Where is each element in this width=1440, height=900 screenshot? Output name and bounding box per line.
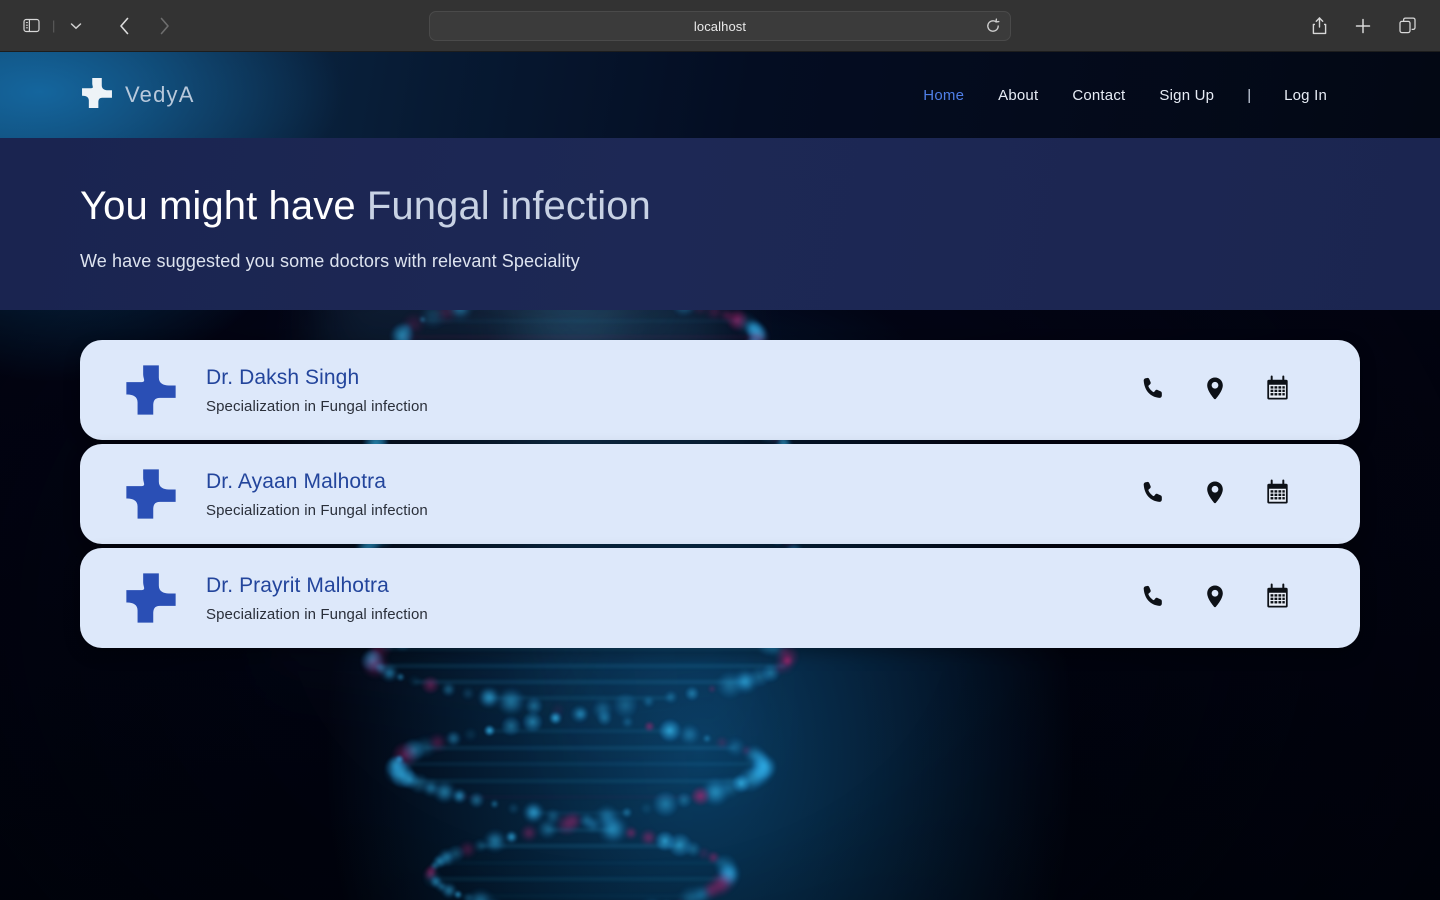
forward-icon[interactable] (149, 12, 179, 40)
back-icon[interactable] (109, 12, 139, 40)
browser-left-controls: | (0, 12, 179, 40)
url-bar-container: localhost (0, 0, 1440, 52)
reload-icon[interactable] (986, 18, 1000, 34)
vedya-logo-glyph (82, 77, 112, 108)
phone-glyph (1143, 481, 1162, 502)
doctor-specialization: Specialization in Fungal infection (206, 501, 428, 519)
calendar-glyph (1266, 583, 1288, 608)
brand[interactable]: VedyA (0, 76, 195, 115)
url-bar[interactable]: localhost (429, 11, 1011, 41)
location-pin-glyph (1207, 481, 1223, 504)
nav-item-home[interactable]: Home (906, 79, 981, 112)
doctor-name: Dr. Ayaan Malhotra (206, 470, 387, 494)
vedya-cross-logo-icon (116, 459, 186, 529)
phone-glyph (1143, 377, 1162, 398)
reload-glyph (987, 18, 1000, 32)
doctor-location-button[interactable] (1200, 479, 1230, 509)
call-doctor-button[interactable] (1138, 583, 1168, 613)
calendar-icon (1264, 479, 1291, 509)
url-text: localhost (693, 18, 747, 34)
calendar-icon (1264, 583, 1291, 613)
main-navigation: Home About Contact Sign Up | Log In (906, 79, 1440, 112)
site-header: VedyA Home About Contact Sign Up | Log In (0, 52, 1440, 138)
doctor-card[interactable]: Dr. Ayaan Malhotra Specialization in Fung… (80, 444, 1360, 544)
phone-icon (1140, 479, 1167, 509)
phone-glyph (1143, 585, 1162, 606)
page-viewport: VedyA Home About Contact Sign Up | Log In You… (0, 52, 1440, 900)
doctor-location-button[interactable] (1200, 583, 1230, 613)
hero-subtitle: We have suggested you some doctors with … (80, 250, 580, 271)
doctor-list: Dr. Daksh Singh Specialization in Fungal … (80, 340, 1360, 652)
book-appointment-button[interactable] (1262, 375, 1292, 405)
doctor-actions (1138, 375, 1292, 405)
calendar-glyph (1266, 479, 1288, 504)
plus-glyph (1355, 18, 1371, 33)
brand-name: VedyA (125, 82, 195, 107)
page-title: You might have Fungal infection (80, 184, 1440, 229)
location-pin-icon (1202, 583, 1228, 613)
vedya-cross-logo-icon (80, 76, 114, 115)
tab-overview-glyph (1398, 17, 1416, 34)
doctor-card[interactable]: Dr. Prayrit Malhotra Specialization in Fu… (80, 548, 1360, 648)
sidebar-toggle-icon[interactable] (16, 12, 46, 40)
doctor-name: Dr. Prayrit Malhotra (206, 574, 389, 598)
share-glyph (1312, 16, 1326, 34)
vedya-cross-logo-icon (116, 563, 186, 633)
nav-item-about[interactable]: About (981, 79, 1055, 112)
tab-group-chevron-down-icon[interactable] (61, 12, 91, 40)
sidebar-toggle-glyph (22, 18, 40, 33)
location-pin-glyph (1207, 377, 1223, 400)
chevron-down-glyph (71, 22, 82, 29)
browser-toolbar: | localhost (0, 0, 1440, 52)
calendar-icon (1264, 375, 1291, 405)
book-appointment-button[interactable] (1262, 583, 1292, 613)
vedya-cross-logo-icon (116, 355, 186, 425)
doctor-specialization: Specialization in Fungal infection (206, 605, 428, 623)
call-doctor-button[interactable] (1138, 375, 1168, 405)
nav-item-sign-up[interactable]: Sign Up (1142, 79, 1231, 112)
hero-condition-name: Fungal infection (366, 184, 651, 228)
vedya-logo-glyph (126, 469, 176, 519)
doctor-location-button[interactable] (1200, 375, 1230, 405)
vedya-logo-glyph (126, 573, 176, 623)
phone-icon (1140, 583, 1167, 613)
nav-item-contact[interactable]: Contact (1055, 79, 1142, 112)
tab-overview-icon[interactable] (1392, 12, 1422, 40)
nav-divider: | (1247, 86, 1252, 104)
doctor-specialization: Specialization in Fungal infection (206, 397, 428, 415)
hero-banner: You might have Fungal infection We have … (0, 138, 1440, 310)
vedya-logo-glyph (126, 365, 176, 415)
calendar-glyph (1266, 375, 1288, 400)
forward-chevron-glyph (160, 17, 169, 34)
phone-icon (1140, 375, 1167, 405)
share-icon[interactable] (1304, 12, 1334, 40)
browser-right-controls (1304, 12, 1440, 40)
back-chevron-glyph (120, 17, 129, 34)
doctor-card[interactable]: Dr. Daksh Singh Specialization in Fungal … (80, 340, 1360, 440)
hero-title-prefix: You might have (80, 184, 367, 228)
doctor-info: Dr. Ayaan Malhotra Specialization in Fung… (206, 469, 428, 518)
toolbar-divider: | (52, 18, 56, 33)
location-pin-glyph (1207, 585, 1223, 608)
doctor-actions (1138, 479, 1292, 509)
nav-item-log-in[interactable]: Log In (1267, 79, 1344, 112)
new-tab-icon[interactable] (1348, 12, 1378, 40)
doctor-info: Dr. Daksh Singh Specialization in Fungal … (206, 365, 428, 414)
location-pin-icon (1202, 479, 1228, 509)
doctor-actions (1138, 583, 1292, 613)
call-doctor-button[interactable] (1138, 479, 1168, 509)
doctor-name: Dr. Daksh Singh (206, 366, 360, 390)
location-pin-icon (1202, 375, 1228, 405)
book-appointment-button[interactable] (1262, 479, 1292, 509)
doctor-info: Dr. Prayrit Malhotra Specialization in Fu… (206, 573, 428, 622)
